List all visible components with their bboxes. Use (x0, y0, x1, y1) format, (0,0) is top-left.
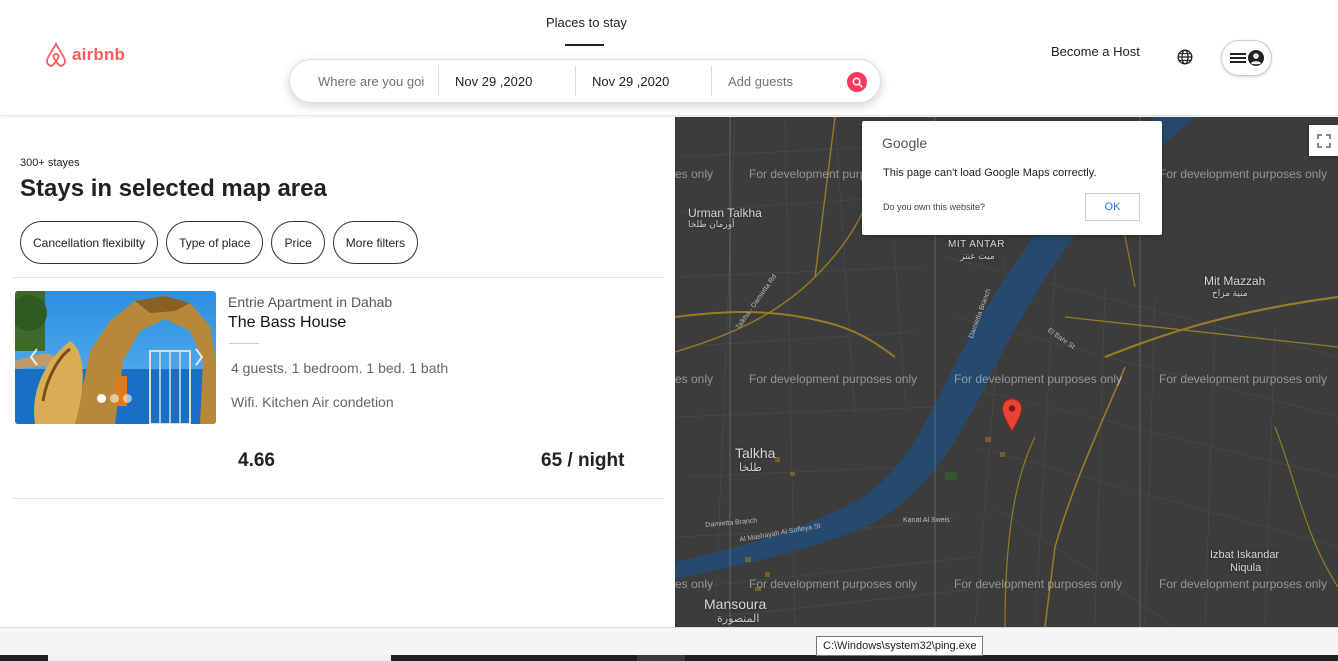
map-label-mansoura-ar: المنصورة (717, 613, 760, 625)
filter-more[interactable]: More filters (332, 221, 419, 264)
divider (12, 498, 664, 499)
map-label-mit-antar: MIT ANTAR (948, 239, 1005, 250)
photo-carousel-dots (97, 394, 132, 403)
map-dev-watermark: For development purposes only (1159, 167, 1328, 181)
map-label-izbat: Izbat Iskandar (1210, 549, 1280, 561)
tab-places-to-stay[interactable]: Places to stay (546, 15, 627, 30)
listing-photo-image (15, 291, 216, 424)
user-avatar-icon (1247, 50, 1264, 66)
map-dev-watermark: es only (675, 577, 714, 591)
listing-price: 65 / night (541, 450, 625, 471)
listings-panel: 300+ stayes Stays in selected map area C… (0, 117, 675, 627)
map-dev-watermark: For development purposes only (954, 372, 1123, 386)
map-dev-watermark: For development purp (749, 167, 867, 181)
checkout-date-field[interactable]: Nov 29 ,2020 (576, 66, 712, 96)
map-label-urman-talkha-ar: أورمان طلخا (688, 219, 735, 229)
map-label-niqula: Niqula (1230, 562, 1262, 574)
map-dev-watermark: es only (675, 372, 714, 386)
dialog-message: This page can't load Google Maps correct… (883, 167, 1097, 179)
search-bar: Where are you goi Nov 29 ,2020 Nov 29 ,2… (289, 59, 881, 103)
map-dev-watermark: es only (675, 167, 714, 181)
map-dev-watermark: For development purposes only (1159, 577, 1328, 591)
filter-bar: Cancellation flexibilty Type of place Pr… (20, 221, 419, 264)
guests-field[interactable]: Add guests (712, 66, 848, 96)
globe-button[interactable] (1177, 49, 1193, 70)
dialog-question-link[interactable]: Do you own this website? (883, 202, 985, 212)
hamburger-icon (1229, 53, 1246, 63)
page-title: Stays in selected map area (20, 175, 327, 202)
listing-amenities: Wifi. Kitchen Air condetion (231, 394, 394, 410)
map-dev-watermark: For development purposes only (954, 577, 1123, 591)
logo-text: airbnb (72, 45, 126, 64)
tooltip: C:\Windows\system32\ping.exe (816, 636, 984, 656)
map-label-talkha: Talkha (735, 445, 776, 461)
map-dev-watermark: For development purposes only (749, 372, 918, 386)
listing-rating: 4.66 (238, 450, 275, 471)
map-label-mit-mazzah-ar: منية مزاح (1212, 288, 1248, 298)
map-label-mansoura: Mansoura (704, 596, 767, 612)
globe-icon (1177, 49, 1193, 65)
listing-info: 4 guests. 1 bedroom. 1 bed. 1 bath (231, 360, 449, 376)
taskbar-item[interactable] (637, 655, 685, 661)
filter-cancellation[interactable]: Cancellation flexibilty (20, 221, 159, 264)
dialog-brand: Google (882, 135, 928, 151)
taskbar (0, 655, 1338, 661)
map-label-talkha-ar: طلخا (739, 462, 762, 474)
listing-divider (229, 343, 259, 344)
dialog-ok-button[interactable]: OK (1085, 193, 1140, 221)
header: airbnb Places to stay Where are you goi … (0, 0, 1338, 116)
taskbar-item[interactable] (48, 655, 391, 661)
maps-error-dialog: Google This page can't load Google Maps … (862, 121, 1162, 235)
user-menu-button[interactable] (1221, 40, 1272, 76)
become-host-link[interactable]: Become a Host (1051, 44, 1140, 59)
map-dev-watermark: For development purposes only (749, 577, 918, 591)
fullscreen-icon (1316, 133, 1331, 148)
status-bar (0, 627, 1338, 655)
carousel-dot[interactable] (97, 394, 106, 403)
checkin-date-field[interactable]: Nov 29 ,2020 (439, 66, 576, 96)
map-pin-icon[interactable] (1001, 398, 1023, 432)
filter-price[interactable]: Price (271, 221, 325, 264)
map-label-urman-talkha: Urman Talkha (688, 206, 762, 220)
search-button[interactable] (847, 72, 867, 92)
listing-name[interactable]: The Bass House (228, 314, 346, 332)
map-label-mit-antar-ar: ميت عنتر (960, 251, 995, 261)
where-input[interactable]: Where are you goi (290, 66, 439, 96)
filter-type-of-place[interactable]: Type of place (166, 221, 264, 264)
airbnb-logo-icon (46, 42, 66, 67)
map-label-mit-mazzah: Mit Mazzah (1204, 274, 1266, 288)
listing-type: Entrie Apartment in Dahab (228, 294, 393, 310)
stays-count: 300+ stayes (20, 157, 80, 169)
map-street-label: Kanat Al Sweis (903, 517, 950, 524)
listing-photo[interactable] (15, 291, 216, 424)
carousel-dot[interactable] (123, 394, 132, 403)
search-icon (852, 77, 863, 88)
map-dev-watermark: For development purposes only (1159, 372, 1328, 386)
map-fullscreen-button[interactable] (1309, 125, 1338, 156)
carousel-dot[interactable] (110, 394, 119, 403)
divider (12, 277, 664, 278)
tab-active-underline (565, 44, 604, 46)
airbnb-logo[interactable]: airbnb (44, 42, 125, 68)
